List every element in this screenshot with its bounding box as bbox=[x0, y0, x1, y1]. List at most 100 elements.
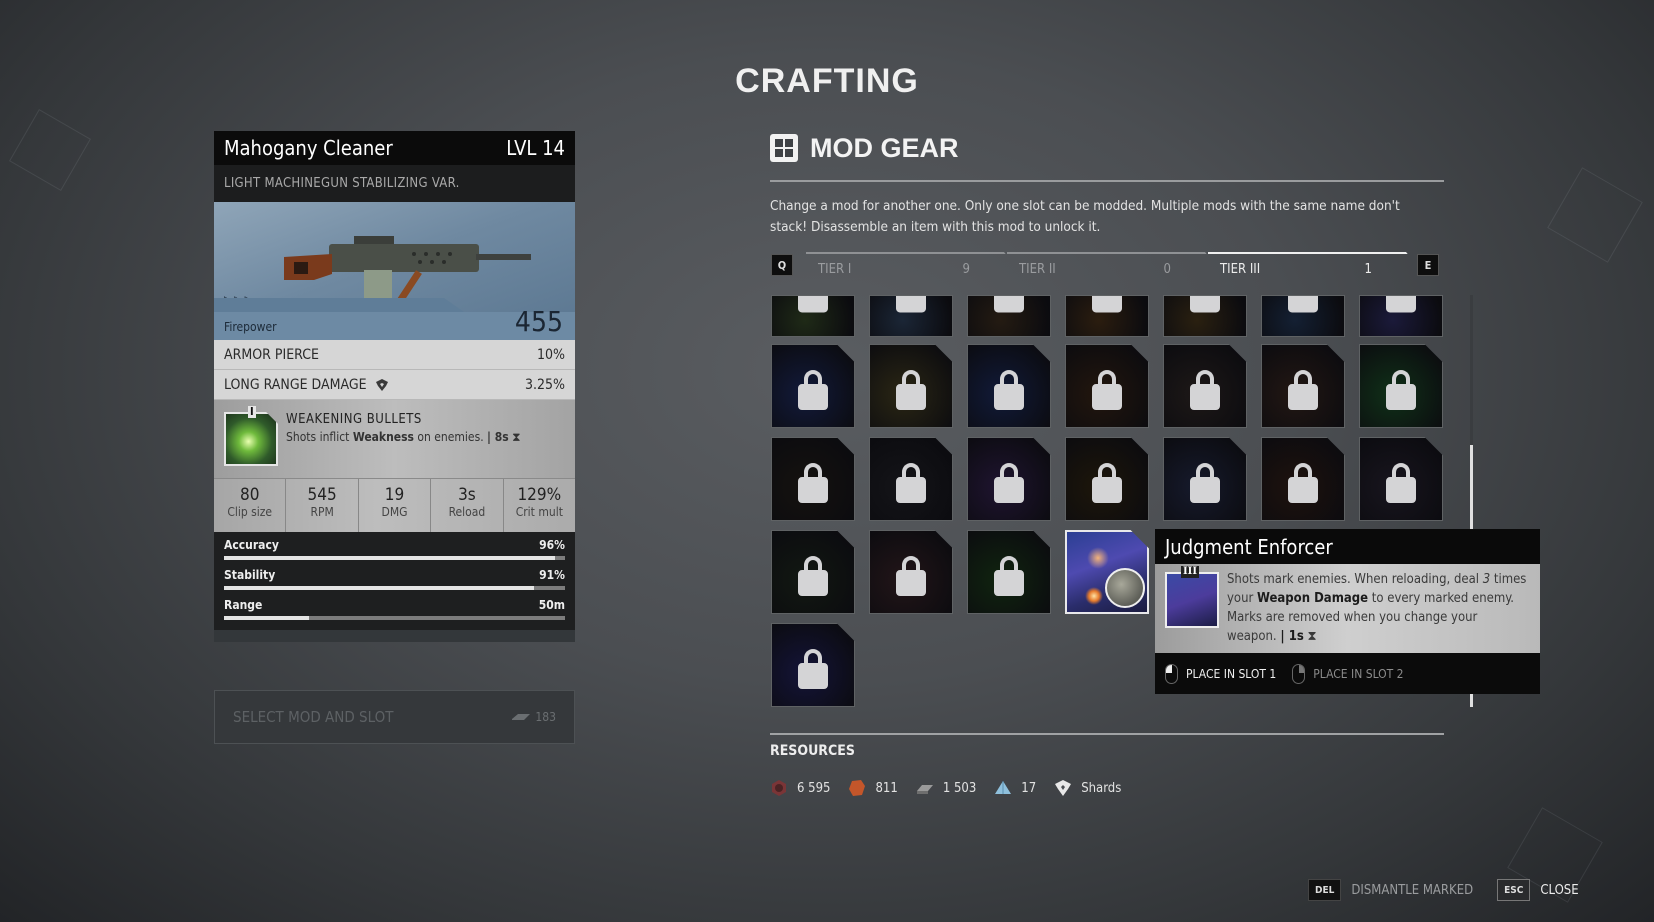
card-footer bbox=[214, 630, 575, 642]
firepower-notch bbox=[214, 298, 464, 312]
attribute-label: ARMOR PIERCE bbox=[224, 346, 319, 363]
mod-tile-locked[interactable] bbox=[869, 295, 953, 337]
lock-icon bbox=[1288, 463, 1318, 504]
attribute-value: 10% bbox=[537, 346, 565, 363]
iron-nut-icon bbox=[772, 780, 786, 796]
mod-tile-locked[interactable] bbox=[967, 530, 1051, 614]
place-in-slot-1-button[interactable]: PLACE IN SLOT 1 bbox=[1165, 663, 1276, 684]
tier-badge: III bbox=[1181, 566, 1200, 578]
attribute-row: ARMOR PIERCE 10% bbox=[214, 340, 575, 370]
mod-name: WEAKENING BULLETS bbox=[286, 412, 422, 427]
stat-crit-mult: 129% Crit mult bbox=[515, 485, 563, 519]
shard-icon bbox=[1055, 780, 1072, 796]
resource-shards: Shards bbox=[1054, 779, 1121, 797]
close-button[interactable]: CLOSE bbox=[1540, 883, 1578, 898]
mod-tile-locked[interactable] bbox=[1065, 295, 1149, 337]
firepower-value: 455 bbox=[514, 305, 563, 338]
mod-tile-locked[interactable] bbox=[1261, 344, 1345, 428]
lock-icon bbox=[896, 296, 926, 313]
lock-icon bbox=[798, 370, 828, 411]
mod-tile-locked[interactable] bbox=[967, 295, 1051, 337]
scrap-icon bbox=[512, 714, 531, 720]
firepower-label: Firepower bbox=[224, 320, 277, 334]
mod-tile-locked[interactable] bbox=[1163, 437, 1247, 521]
tooltip-description: Shots mark enemies. When reloading, deal… bbox=[1227, 572, 1527, 644]
mod-tile-locked[interactable] bbox=[771, 623, 855, 707]
weapon-type: LIGHT MACHINEGUN STABILIZING VAR. bbox=[214, 165, 575, 202]
lock-icon bbox=[994, 296, 1024, 313]
bar-accuracy: Accuracy 96% bbox=[224, 538, 565, 560]
mod-tile-locked[interactable] bbox=[771, 437, 855, 521]
weapon-header: Mahogany Cleaner LVL 14 bbox=[214, 131, 575, 165]
dismantle-marked-button[interactable]: DISMANTLE MARKED bbox=[1351, 883, 1473, 898]
mod-tile-locked[interactable] bbox=[1359, 344, 1443, 428]
lock-icon bbox=[1288, 370, 1318, 411]
mod-tile-locked[interactable] bbox=[1359, 295, 1443, 337]
mod-tile-locked[interactable] bbox=[1163, 344, 1247, 428]
lock-icon bbox=[1386, 296, 1416, 313]
weapon-bars: Accuracy 96% Stability 91% Range 50m bbox=[214, 532, 575, 630]
next-tab-key[interactable]: E bbox=[1417, 254, 1439, 276]
attribute-label: LONG RANGE DAMAGE bbox=[224, 376, 367, 393]
mod-tile-locked[interactable] bbox=[1065, 344, 1149, 428]
close-key[interactable]: ESC bbox=[1497, 879, 1531, 901]
lock-icon bbox=[798, 463, 828, 504]
hourglass-icon: ⧗ bbox=[1307, 629, 1317, 644]
select-button-cost: 183 bbox=[535, 710, 556, 724]
mod-tile-locked[interactable] bbox=[869, 530, 953, 614]
weakening-bullets-icon bbox=[224, 412, 278, 466]
grid-icon bbox=[770, 134, 798, 162]
bar-stability: Stability 91% bbox=[224, 568, 565, 590]
mod-tile-locked[interactable] bbox=[1163, 295, 1247, 337]
place-in-slot-2-button[interactable]: PLACE IN SLOT 2 bbox=[1292, 663, 1404, 684]
resource-scrap: 1 503 bbox=[916, 779, 976, 797]
lock-icon bbox=[994, 463, 1024, 504]
resources-panel: RESOURCES 6 595 811 1 503 17 Shards bbox=[770, 733, 1444, 797]
resource-leather: 811 bbox=[848, 779, 898, 797]
lock-icon bbox=[994, 556, 1024, 597]
lock-icon bbox=[1386, 370, 1416, 411]
judgment-enforcer-icon bbox=[1165, 572, 1219, 628]
mod-tile-locked[interactable] bbox=[967, 344, 1051, 428]
firepower-bar: Firepower 455 bbox=[214, 305, 575, 340]
installed-mod[interactable]: I WEAKENING BULLETS Shots inflict Weakne… bbox=[214, 400, 575, 478]
crystal-icon bbox=[995, 781, 1012, 794]
mod-tile-locked[interactable] bbox=[771, 344, 855, 428]
stat-clip-size: 80 Clip size bbox=[214, 479, 287, 532]
mod-tile-locked[interactable] bbox=[1261, 295, 1345, 337]
lock-icon bbox=[1092, 463, 1122, 504]
prev-tab-key[interactable]: Q bbox=[771, 254, 793, 276]
mod-tile-locked[interactable] bbox=[771, 530, 855, 614]
background-hex bbox=[1547, 167, 1643, 263]
lock-icon bbox=[1288, 296, 1318, 313]
mod-tile-locked[interactable] bbox=[869, 437, 953, 521]
mod-gear-panel: MOD GEAR Change a mod for another one. O… bbox=[770, 130, 1444, 282]
mod-tooltip: Judgment Enforcer III Shots mark enemies… bbox=[1155, 529, 1540, 694]
tab-tier-2[interactable]: TIER II 0 bbox=[1007, 252, 1227, 282]
tab-tier-3[interactable]: TIER III 1 bbox=[1208, 252, 1428, 282]
mod-tile-locked[interactable] bbox=[1065, 437, 1149, 521]
mod-tile-locked[interactable] bbox=[967, 437, 1051, 521]
mod-tier-badge: I bbox=[248, 405, 256, 418]
mod-tile-locked[interactable] bbox=[1261, 437, 1345, 521]
weapon-stats: 80 Clip size 545 RPM 19 DMG 3s Reload 129% Cr… bbox=[214, 478, 575, 532]
tooltip-title: Judgment Enforcer bbox=[1155, 529, 1540, 564]
bar-fill bbox=[224, 586, 535, 590]
weapon-card: Mahogany Cleaner LVL 14 LIGHT MACHINEGUN… bbox=[214, 131, 575, 642]
mod-tile-locked[interactable] bbox=[1359, 437, 1443, 521]
lock-icon bbox=[798, 649, 828, 690]
lock-icon bbox=[1092, 370, 1122, 411]
mod-tile-selected[interactable] bbox=[1065, 530, 1149, 614]
resources-title: RESOURCES bbox=[770, 743, 855, 759]
dismantle-key[interactable]: DEL bbox=[1308, 879, 1342, 901]
select-mod-and-slot-button[interactable]: SELECT MOD AND SLOT 183 bbox=[214, 690, 575, 744]
background-hex bbox=[9, 109, 91, 191]
mod-tile-locked[interactable] bbox=[869, 344, 953, 428]
tab-tier-1[interactable]: TIER I9 bbox=[806, 252, 1026, 282]
lock-icon bbox=[896, 556, 926, 597]
mod-description: Shots inflict Weakness on enemies. | 8s … bbox=[286, 430, 521, 444]
left-click-icon bbox=[1165, 663, 1178, 684]
mod-tile-locked[interactable] bbox=[771, 295, 855, 337]
select-button-label: SELECT MOD AND SLOT bbox=[233, 708, 394, 726]
lock-icon bbox=[1092, 296, 1122, 313]
